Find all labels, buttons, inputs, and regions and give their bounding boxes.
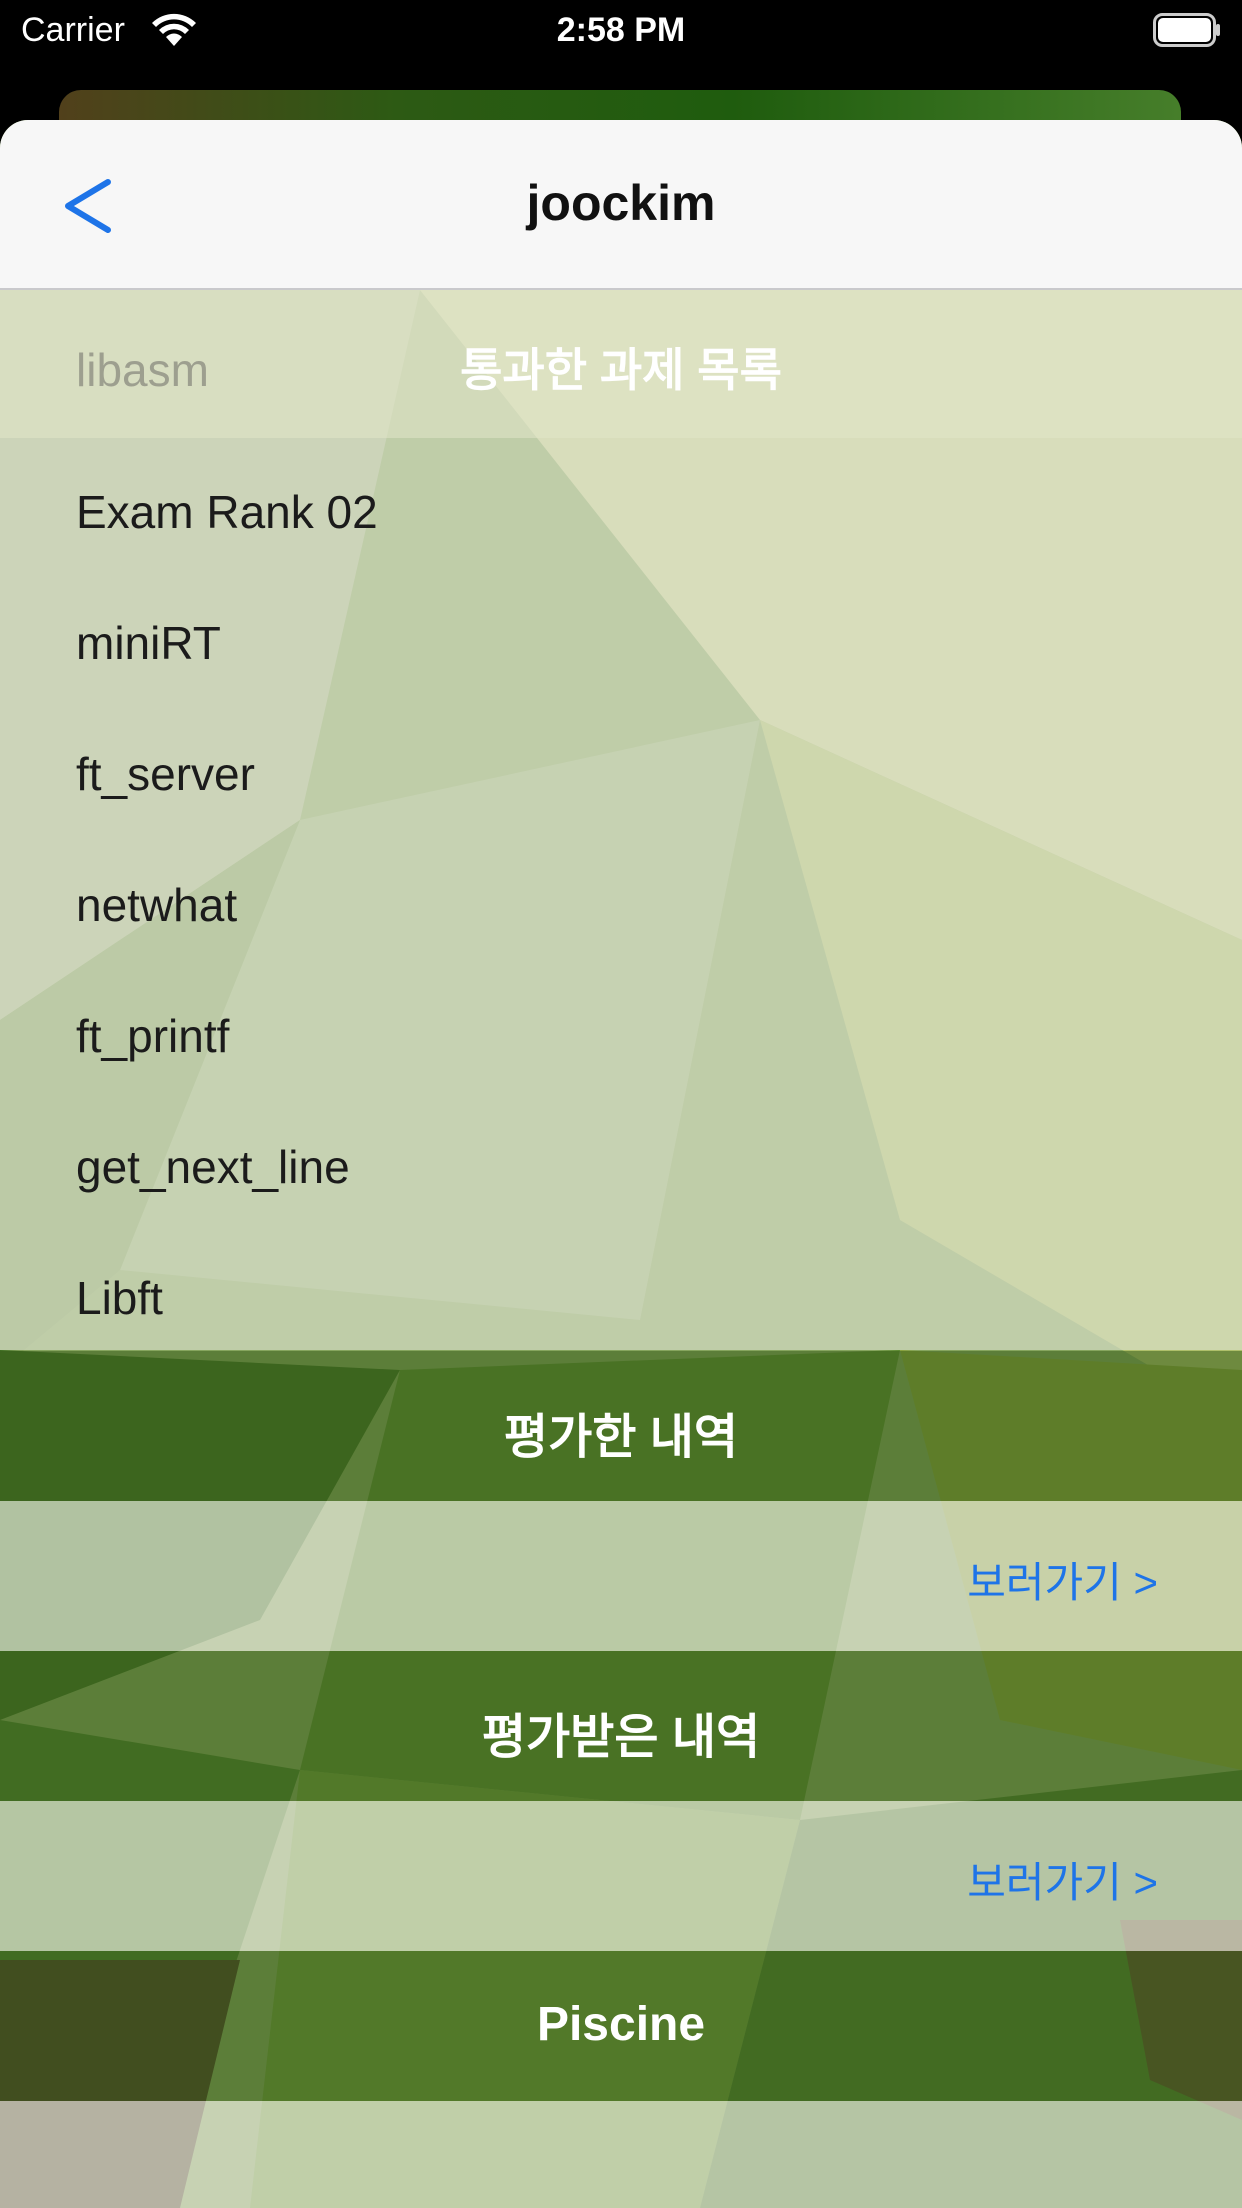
section-header-piscine: Piscine bbox=[0, 1951, 1242, 2101]
evaluations-given-row[interactable]: 보러가기 > bbox=[0, 1501, 1242, 1651]
view-evaluations-received-link[interactable]: 보러가기 > bbox=[967, 1849, 1158, 1910]
page-title: joockim bbox=[526, 175, 716, 231]
list-item[interactable]: miniRT bbox=[76, 616, 221, 670]
evaluations-received-row[interactable]: 보러가기 > bbox=[0, 1801, 1242, 1951]
status-bar: Carrier 2:58 PM bbox=[0, 0, 1242, 62]
battery-icon bbox=[1153, 13, 1220, 47]
passed-projects-list[interactable]: libasm 통과한 과제 목록 Exam Rank 02 miniRT ft_… bbox=[0, 290, 1242, 1350]
list-item[interactable]: ft_server bbox=[76, 747, 255, 801]
navigation-bar: joockim bbox=[0, 120, 1242, 290]
list-item[interactable]: ft_printf bbox=[76, 1009, 229, 1063]
section-title: 통과한 과제 목록 bbox=[460, 344, 782, 396]
section-header-passed-projects: 통과한 과제 목록 bbox=[0, 290, 1242, 438]
section-title: Piscine bbox=[536, 1998, 706, 2051]
status-time: 2:58 PM bbox=[556, 11, 686, 49]
piscine-row[interactable] bbox=[0, 2101, 1242, 2208]
list-item[interactable]: netwhat bbox=[76, 878, 237, 932]
list-item[interactable]: get_next_line bbox=[76, 1140, 350, 1194]
section-header-evaluations-received: 평가받은 내역 bbox=[0, 1651, 1242, 1801]
profile-sheet: joockim libasm 통과한 과제 목록 Exam Rank 02 mi… bbox=[0, 120, 1242, 2208]
list-item[interactable]: Exam Rank 02 bbox=[76, 485, 378, 539]
section-title: 평가한 내역 bbox=[503, 1411, 739, 1464]
section-title: 평가받은 내역 bbox=[481, 1711, 761, 1764]
view-evaluations-given-link[interactable]: 보러가기 > bbox=[967, 1549, 1158, 1610]
section-header-evaluations-given: 평가한 내역 bbox=[0, 1351, 1242, 1501]
list-item[interactable]: Libft bbox=[76, 1271, 163, 1325]
